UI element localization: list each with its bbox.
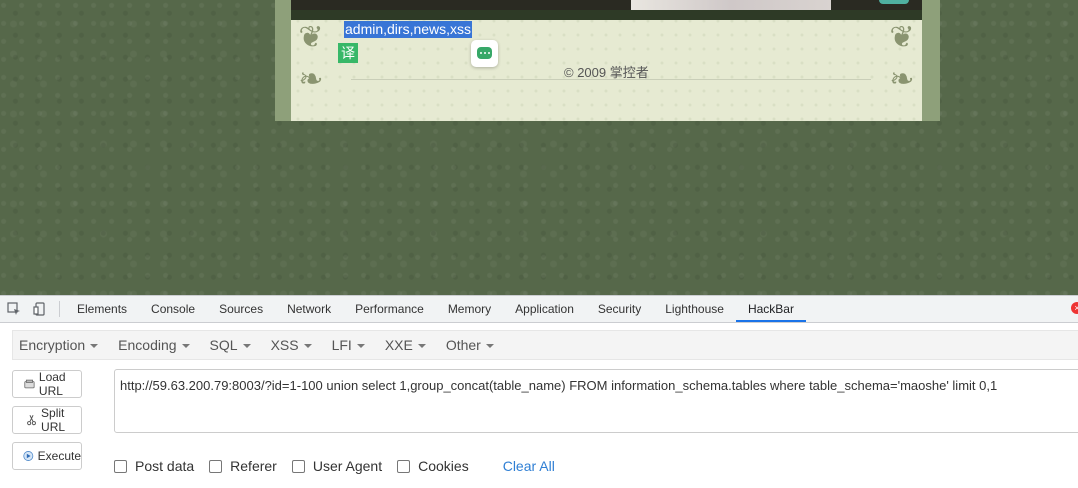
corner-ornament-icon: ❦ [889, 21, 915, 54]
header-photo [291, 0, 922, 10]
menu-encoding[interactable]: Encoding [118, 337, 190, 353]
browser-viewport: ❦ ❦ ❧ ❧ admin,dirs,news,xss 译 © 2009 掌控者 [0, 0, 1078, 295]
corner-ornament-icon: ❧ [889, 63, 915, 96]
referer-checkbox[interactable] [209, 459, 223, 473]
caret-down-icon [181, 344, 190, 349]
menu-label: XSS [270, 337, 299, 353]
caret-down-icon [303, 344, 312, 349]
menu-label: Other [445, 337, 481, 353]
tab-memory[interactable]: Memory [436, 296, 503, 322]
user-agent-label: User Agent [312, 458, 383, 474]
clear-all-link[interactable]: Clear All [503, 458, 555, 474]
devtools-panel: Elements Console Sources Network Perform… [0, 295, 1078, 488]
divider [351, 79, 871, 80]
referer-option[interactable]: Referer [209, 458, 277, 474]
inspect-element-icon[interactable] [7, 302, 21, 316]
devtools-tabs: Elements Console Sources Network Perform… [65, 296, 806, 322]
tab-performance[interactable]: Performance [343, 296, 436, 322]
caret-down-icon [90, 344, 99, 349]
cookies-label: Cookies [418, 458, 469, 474]
user-agent-option[interactable]: User Agent [291, 458, 383, 474]
post-data-option[interactable]: Post data [114, 458, 194, 474]
tab-lighthouse[interactable]: Lighthouse [653, 296, 736, 322]
scissors-icon [27, 415, 36, 426]
menu-label: Encoding [118, 337, 177, 353]
menu-lfi[interactable]: LFI [332, 337, 365, 353]
header-photo-teal [879, 0, 909, 4]
split-url-button[interactable]: Split URL [12, 406, 82, 434]
translate-button[interactable]: 译 [338, 43, 358, 63]
close-devtools-icon[interactable]: × [1071, 302, 1078, 314]
chat-icon [477, 47, 492, 59]
site-frame: ❦ ❦ ❧ ❧ admin,dirs,news,xss 译 © 2009 掌控者 [275, 0, 940, 121]
user-agent-checkbox[interactable] [291, 459, 305, 473]
corner-ornament-icon: ❦ [298, 21, 324, 54]
toolbar-divider [59, 301, 60, 317]
cookies-checkbox[interactable] [397, 459, 411, 473]
post-data-checkbox[interactable] [114, 459, 127, 473]
menu-sql[interactable]: SQL [210, 337, 251, 353]
tab-elements[interactable]: Elements [65, 296, 139, 322]
execute-label: Execute [37, 449, 81, 463]
selected-text[interactable]: admin,dirs,news,xss [344, 21, 473, 38]
menu-xss[interactable]: XSS [271, 337, 312, 353]
execute-button[interactable]: Execute [12, 442, 82, 470]
load-url-icon [24, 379, 35, 389]
caret-down-icon [417, 344, 426, 349]
menu-label: Encryption [19, 337, 86, 353]
header-photo-bright [631, 0, 831, 10]
tab-console[interactable]: Console [139, 296, 207, 322]
caret-down-icon [485, 344, 494, 349]
caret-down-icon [356, 344, 365, 349]
tab-application[interactable]: Application [503, 296, 586, 322]
hackbar-menu: Encryption Encoding SQL XSS LFI XXE Othe… [12, 330, 1078, 360]
menu-label: LFI [331, 337, 352, 353]
menu-encryption[interactable]: Encryption [19, 337, 99, 353]
tab-sources[interactable]: Sources [207, 296, 275, 322]
hackbar-options: Post data Referer User Agent Cookies Cle… [114, 458, 555, 474]
tab-security[interactable]: Security [586, 296, 653, 322]
caret-down-icon [242, 344, 251, 349]
header-band [291, 10, 922, 20]
site-content: ❦ ❦ ❧ ❧ admin,dirs,news,xss 译 © 2009 掌控者 [291, 0, 922, 121]
tab-network[interactable]: Network [275, 296, 343, 322]
device-toolbar-icon[interactable] [33, 302, 47, 316]
menu-label: SQL [209, 337, 238, 353]
chat-button[interactable] [471, 40, 498, 67]
play-icon [23, 451, 34, 461]
referer-label: Referer [230, 458, 277, 474]
post-data-label: Post data [135, 458, 195, 474]
menu-other[interactable]: Other [446, 337, 494, 353]
devtools-tabbar: Elements Console Sources Network Perform… [0, 296, 1078, 323]
corner-ornament-icon: ❧ [298, 63, 324, 96]
split-url-label: Split URL [41, 406, 66, 434]
load-url-button[interactable]: Load URL [12, 370, 82, 398]
menu-xxe[interactable]: XXE [385, 337, 426, 353]
cookies-option[interactable]: Cookies [397, 458, 469, 474]
tab-hackbar[interactable]: HackBar [735, 296, 806, 322]
url-textarea[interactable]: http://59.63.200.79:8003/?id=1-100 union… [114, 369, 1078, 433]
menu-label: XXE [384, 337, 413, 353]
load-url-label: Load URL [38, 370, 66, 398]
